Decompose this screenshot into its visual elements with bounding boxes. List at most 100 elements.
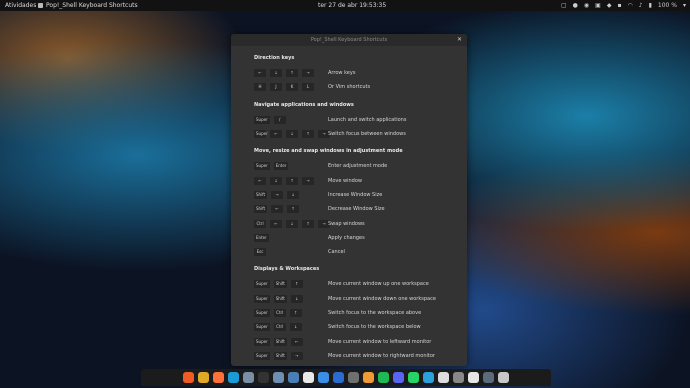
shortcut-row: Super Enter Enter adjustment mode [254, 159, 455, 173]
key-cap: Super [254, 351, 270, 360]
battery-label: 100 % [657, 2, 677, 9]
shortcuts-dialog: Pop!_Shell Keyboard Shortcuts ✕ Directio… [231, 34, 467, 366]
key-cap: Enter [273, 162, 289, 171]
key-cap: ↓ [290, 294, 303, 303]
firefox-icon[interactable] [213, 372, 224, 383]
app-grid-icon[interactable] [498, 372, 509, 383]
shortcut-row: Super ← ↓ ↑ → Switch focus between windows [254, 127, 455, 141]
trash-icon[interactable] [483, 372, 494, 383]
dialog-title: Pop!_Shell Keyboard Shortcuts [310, 37, 388, 43]
shortcut-description: Switch focus between windows [328, 131, 406, 138]
discord-icon[interactable] [393, 372, 404, 383]
key-combo: Super Shift → [254, 351, 328, 360]
help-icon[interactable] [333, 372, 344, 383]
shortcut-row: Shift ← ↑ Decrease Window Size [254, 202, 455, 216]
key-combo: HJKL [254, 83, 328, 92]
shortcut-row: Super Shift ↑ Move current window up one wo… [254, 277, 455, 291]
shortcut-row: Super Shift ← Move current window to leftwa… [254, 334, 455, 348]
battery-icon[interactable]: ▮ [649, 0, 652, 11]
shortcut-description: Launch and switch applications [328, 116, 407, 123]
shortcut-row: SuperShiftCtrl↑Move current window to up… [254, 363, 455, 366]
key-cap: ↓ [270, 176, 282, 185]
calendar-icon[interactable] [303, 372, 314, 383]
camera-icon[interactable] [348, 372, 359, 383]
key-cap: ↑ [302, 130, 314, 139]
key-combo: Super / [254, 115, 328, 124]
section-title: Direction keys [254, 55, 295, 61]
shortcut-description: Move current window up one workspace [328, 281, 429, 288]
shortcut-description: Increase Window Size [328, 191, 383, 198]
key-cap: Super [254, 130, 268, 139]
chrome-icon[interactable] [198, 372, 209, 383]
shortcut-row: ← ↓ ↑ → Move window [254, 173, 455, 187]
shortcut-row: Super Ctrl ↓ Switch focus to the workspace … [254, 320, 455, 334]
tray-app-icon[interactable]: ▢ [561, 0, 567, 11]
bottle-icon[interactable] [468, 372, 479, 383]
tray-app-icon[interactable]: ▣ [595, 0, 601, 11]
tray-app-icon[interactable]: ▪ [617, 0, 621, 11]
key-cap: / [273, 115, 286, 124]
tray-app-icon[interactable]: ● [573, 0, 578, 11]
shortcut-row: Ctrl ← ↓ ↑ → Swap windows [254, 216, 455, 230]
edge-icon[interactable] [228, 372, 239, 383]
image-viewer-icon[interactable] [273, 372, 284, 383]
shortcut-description: Enter adjustment mode [328, 163, 388, 170]
key-combo: Super ← ↓ ↑ → [254, 130, 330, 139]
app-menu[interactable]: Pop!_Shell Keyboard Shortcuts [38, 0, 138, 11]
key-combo: Ctrl ← ↓ ↑ → [254, 219, 330, 228]
key-cap: Super [254, 115, 270, 124]
store-icon[interactable] [363, 372, 374, 383]
whatsapp-icon[interactable] [408, 372, 419, 383]
terminal-icon[interactable] [258, 372, 269, 383]
shortcut-description: Apply changes [328, 234, 365, 241]
shortcut-row: H J K L Or Vim shortcuts [254, 80, 455, 94]
key-cap: → [271, 190, 284, 199]
shortcut-description: Move current window to leftward monitor [328, 338, 432, 345]
key-combo: Esc [254, 248, 328, 257]
chevron-down-icon[interactable]: ▾ [683, 0, 686, 11]
key-cap: ↓ [286, 219, 298, 228]
clock[interactable]: ter 27 de abr 19:53:35 [318, 0, 386, 11]
system-tray[interactable]: ▢ ● ◉ ▣ ◆ ▪ ◠ ♪ ▮ 100 % ▾ [561, 0, 686, 11]
github-icon[interactable] [438, 372, 449, 383]
brave-icon[interactable] [183, 372, 194, 383]
key-cap: ↑ [286, 69, 298, 78]
key-cap: K [286, 83, 298, 92]
key-cap: Esc [254, 248, 266, 257]
tray-app-icon[interactable]: ◉ [584, 0, 589, 11]
shortcut-row: Super / Launch and switch applications [254, 113, 455, 127]
shortcut-description: Move window [328, 177, 362, 184]
files-icon[interactable] [243, 372, 254, 383]
key-cap: Shift [273, 294, 287, 303]
key-cap: Shift [254, 190, 268, 199]
tray-app-icon[interactable]: ◆ [607, 0, 612, 11]
key-combo: Shift ← ↑ [254, 205, 328, 214]
key-cap: Shift [273, 280, 287, 289]
telegram-icon[interactable] [423, 372, 434, 383]
mail-icon[interactable] [288, 372, 299, 383]
activities-button[interactable]: Atividades [5, 0, 36, 11]
volume-icon[interactable]: ♪ [639, 0, 643, 11]
shortcut-row: Super Shift → Move current window to rightw… [254, 349, 455, 363]
key-cap: Super [254, 323, 270, 332]
shortcut-row: Shift → ↓ Increase Window Size [254, 188, 455, 202]
wifi-icon[interactable]: ◠ [628, 0, 633, 11]
key-cap: Shift [273, 351, 287, 360]
keyboard-icon[interactable] [453, 372, 464, 383]
key-combo: Shift → ↓ [254, 190, 328, 199]
close-icon[interactable]: ✕ [457, 34, 462, 46]
shortcut-description: Decrease Window Size [328, 206, 385, 213]
key-cap: Ctrl [273, 323, 286, 332]
key-combo: ← ↓ ↑ → [254, 176, 328, 185]
text-editor-icon[interactable] [318, 372, 329, 383]
key-cap: Shift [273, 337, 287, 346]
key-cap: → [302, 176, 314, 185]
dock [141, 369, 551, 386]
key-cap: Super [254, 294, 270, 303]
key-cap: Super [254, 280, 270, 289]
key-cap: ↑ [302, 219, 314, 228]
spotify-icon[interactable] [378, 372, 389, 383]
shortcut-row: Enter Apply changes [254, 231, 455, 245]
section-title: Displays & Workspaces [254, 266, 320, 273]
dialog-titlebar: Pop!_Shell Keyboard Shortcuts ✕ [231, 34, 467, 46]
